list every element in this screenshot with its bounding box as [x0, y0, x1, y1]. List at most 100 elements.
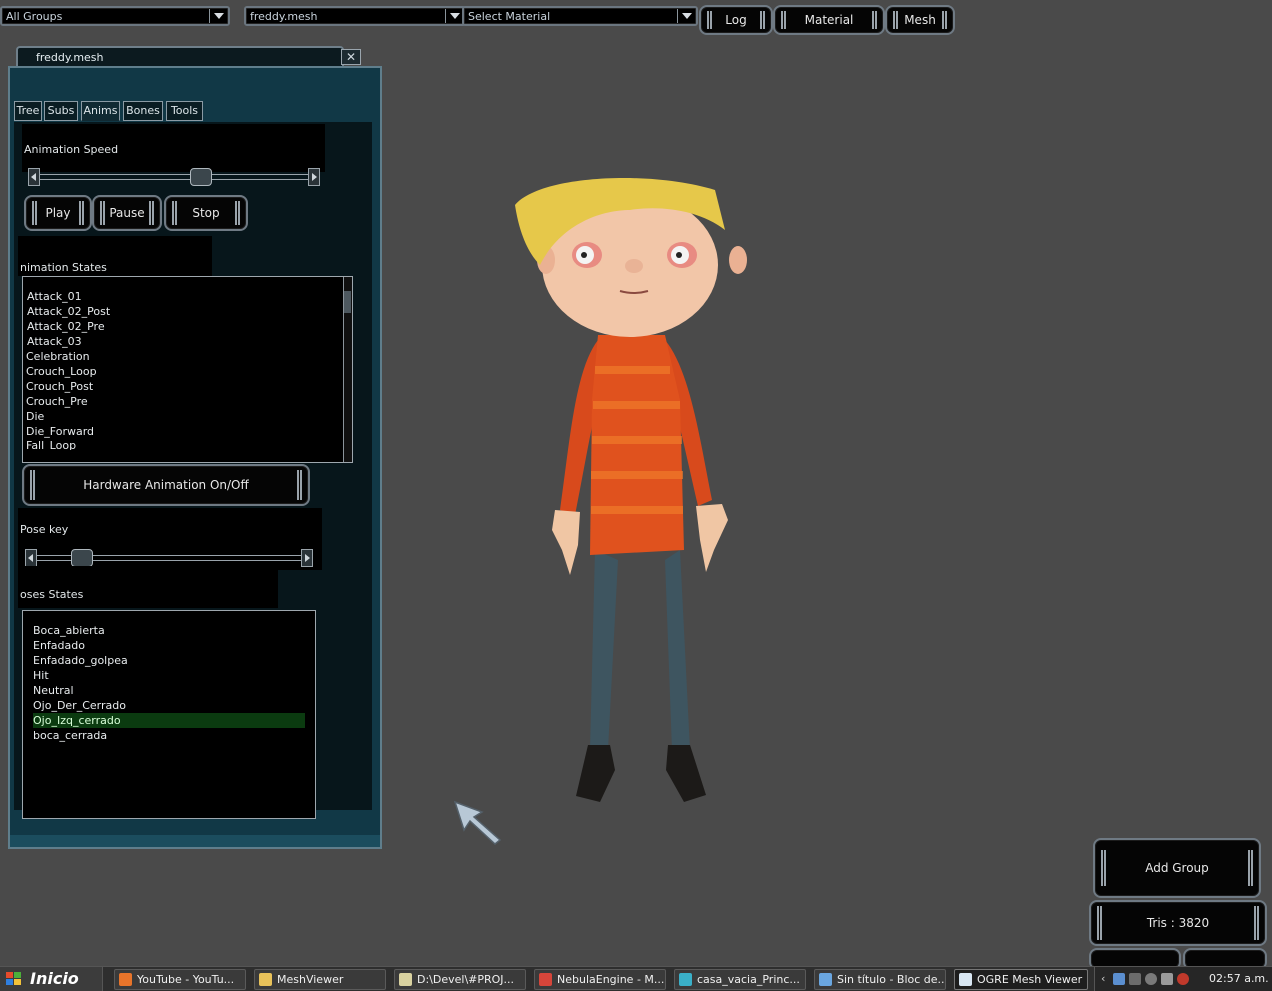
log-button[interactable]: Log [699, 5, 773, 35]
left-pupil [581, 252, 587, 258]
slider-thumb[interactable] [190, 168, 212, 186]
taskbar-item[interactable]: MeshViewer [254, 969, 386, 990]
tray-app-icon[interactable] [1161, 973, 1173, 985]
list-item[interactable]: Attack_02_Pre [27, 319, 105, 334]
display-icon[interactable] [1129, 973, 1141, 985]
panel-title: freddy.mesh [36, 51, 104, 64]
taskbar-item[interactable]: YouTube - YouTu... [114, 969, 246, 990]
list-item[interactable]: Hit [33, 668, 49, 683]
list-item[interactable]: Die_Forward [26, 424, 94, 439]
button-cap [707, 11, 712, 29]
pause-button[interactable]: Pause [92, 195, 162, 231]
taskbar-item[interactable]: NebulaEngine - M... [534, 969, 666, 990]
network-icon[interactable] [1113, 973, 1125, 985]
chevron-down-icon[interactable] [209, 9, 226, 23]
taskbar-item-label: MeshViewer [277, 973, 344, 986]
notepad-icon [399, 973, 412, 986]
slider-left-arrow-icon[interactable] [25, 549, 37, 567]
folder-icon [259, 973, 272, 986]
animation-states-list[interactable]: Attack_01 Attack_02_Post Attack_02_Pre A… [22, 276, 353, 463]
list-item[interactable]: Ojo_Der_Cerrado [33, 698, 126, 713]
list-item[interactable]: Boca_abierta [33, 623, 105, 638]
character-model[interactable] [500, 170, 760, 810]
tab-label: Subs [47, 104, 75, 117]
right-ear [729, 246, 747, 274]
button-cap [760, 11, 765, 29]
start-label: Inicio [30, 969, 79, 988]
list-item[interactable]: Fall_Loop [26, 438, 76, 450]
add-group-button[interactable]: Add Group [1093, 838, 1261, 898]
taskbar-item[interactable]: casa_vacia_Princ... [674, 969, 806, 990]
list-item[interactable]: Attack_02_Post [27, 304, 110, 319]
slider-right-arrow-icon[interactable] [301, 549, 313, 567]
taskbar-item[interactable]: Sin título - Bloc de... [814, 969, 946, 990]
taskbar-item-label: casa_vacia_Princ... [697, 973, 800, 986]
list-item[interactable]: Enfadado [33, 638, 85, 653]
slider-thumb[interactable] [71, 549, 93, 567]
list-item[interactable]: Enfadado_golpea [33, 653, 128, 668]
tray-expand-icon[interactable]: ‹ [1101, 972, 1105, 985]
button-cap [32, 201, 37, 225]
button-cap [30, 470, 35, 500]
tab-tools[interactable]: Tools [166, 101, 203, 121]
button-cap [297, 470, 302, 500]
clock[interactable]: 02:57 a.m. [1209, 972, 1269, 985]
pose-key-label: Pose key [20, 523, 69, 536]
add-group-label: Add Group [1145, 861, 1209, 875]
tab-anims[interactable]: Anims [81, 101, 120, 121]
pause-button-label: Pause [109, 206, 145, 220]
play-button[interactable]: Play [24, 195, 92, 231]
taskbar-item-label: YouTube - YouTu... [137, 973, 235, 986]
panel-titlebar[interactable]: freddy.mesh [16, 46, 344, 66]
list-item[interactable]: Attack_01 [27, 289, 82, 304]
list-item[interactable]: Celebration [26, 349, 90, 364]
mesh-combo[interactable]: freddy.mesh [244, 6, 466, 26]
start-button[interactable]: Inicio [0, 967, 103, 991]
list-item[interactable]: Die [26, 409, 44, 424]
button-cap [172, 201, 177, 225]
list-item[interactable]: Crouch_Loop [26, 364, 97, 379]
chevron-down-icon[interactable] [677, 9, 694, 23]
scrollbar-thumb[interactable] [344, 291, 351, 313]
list-item[interactable]: Crouch_Post [26, 379, 93, 394]
button-cap [149, 201, 154, 225]
button-cap [1101, 850, 1106, 886]
slider-right-arrow-icon[interactable] [308, 168, 320, 186]
material-combo-value: Select Material [468, 10, 551, 23]
cursor-arrow-icon [453, 800, 502, 845]
slider-left-arrow-icon[interactable] [28, 168, 40, 186]
tab-tree[interactable]: Tree [14, 101, 42, 121]
taskbar-item-active[interactable]: OGRE Mesh Viewer [954, 969, 1088, 990]
button-cap [942, 11, 947, 29]
material-combo[interactable]: Select Material [462, 6, 698, 26]
list-item[interactable]: boca_cerrada [33, 728, 107, 743]
notepad-icon [819, 973, 832, 986]
right-leg [665, 550, 690, 750]
right-hand [696, 504, 728, 572]
pose-key-slider[interactable] [25, 549, 313, 567]
tab-subs[interactable]: Subs [44, 101, 78, 121]
animation-speed-slider[interactable] [28, 168, 320, 186]
taskbar-item-label: D:\Devel\#PROJ... [417, 973, 515, 986]
taskbar-item[interactable]: D:\Devel\#PROJ... [394, 969, 526, 990]
material-button[interactable]: Material [773, 5, 885, 35]
material-button-label: Material [804, 13, 854, 27]
pose-states-list[interactable]: Boca_abierta Enfadado Enfadado_golpea Hi… [22, 610, 316, 819]
list-scrollbar[interactable] [343, 277, 352, 462]
group-combo[interactable]: All Groups [0, 6, 230, 26]
close-icon[interactable]: ✕ [341, 49, 361, 65]
list-item[interactable]: Neutral [33, 683, 74, 698]
mesh-button[interactable]: Mesh [885, 5, 955, 35]
list-item[interactable]: Crouch_Pre [26, 394, 88, 409]
left-shoe [576, 745, 615, 802]
security-shield-icon[interactable] [1177, 973, 1189, 985]
volume-icon[interactable] [1145, 973, 1157, 985]
chevron-down-icon[interactable] [445, 9, 462, 23]
hardware-animation-toggle[interactable]: Hardware Animation On/Off [22, 464, 310, 506]
list-item-selected[interactable]: Ojo_Izq_cerrado [33, 713, 305, 728]
play-button-label: Play [45, 206, 71, 220]
tab-bones[interactable]: Bones [123, 101, 163, 121]
left-hand [552, 510, 580, 575]
list-item[interactable]: Attack_03 [27, 334, 82, 349]
stop-button[interactable]: Stop [164, 195, 248, 231]
